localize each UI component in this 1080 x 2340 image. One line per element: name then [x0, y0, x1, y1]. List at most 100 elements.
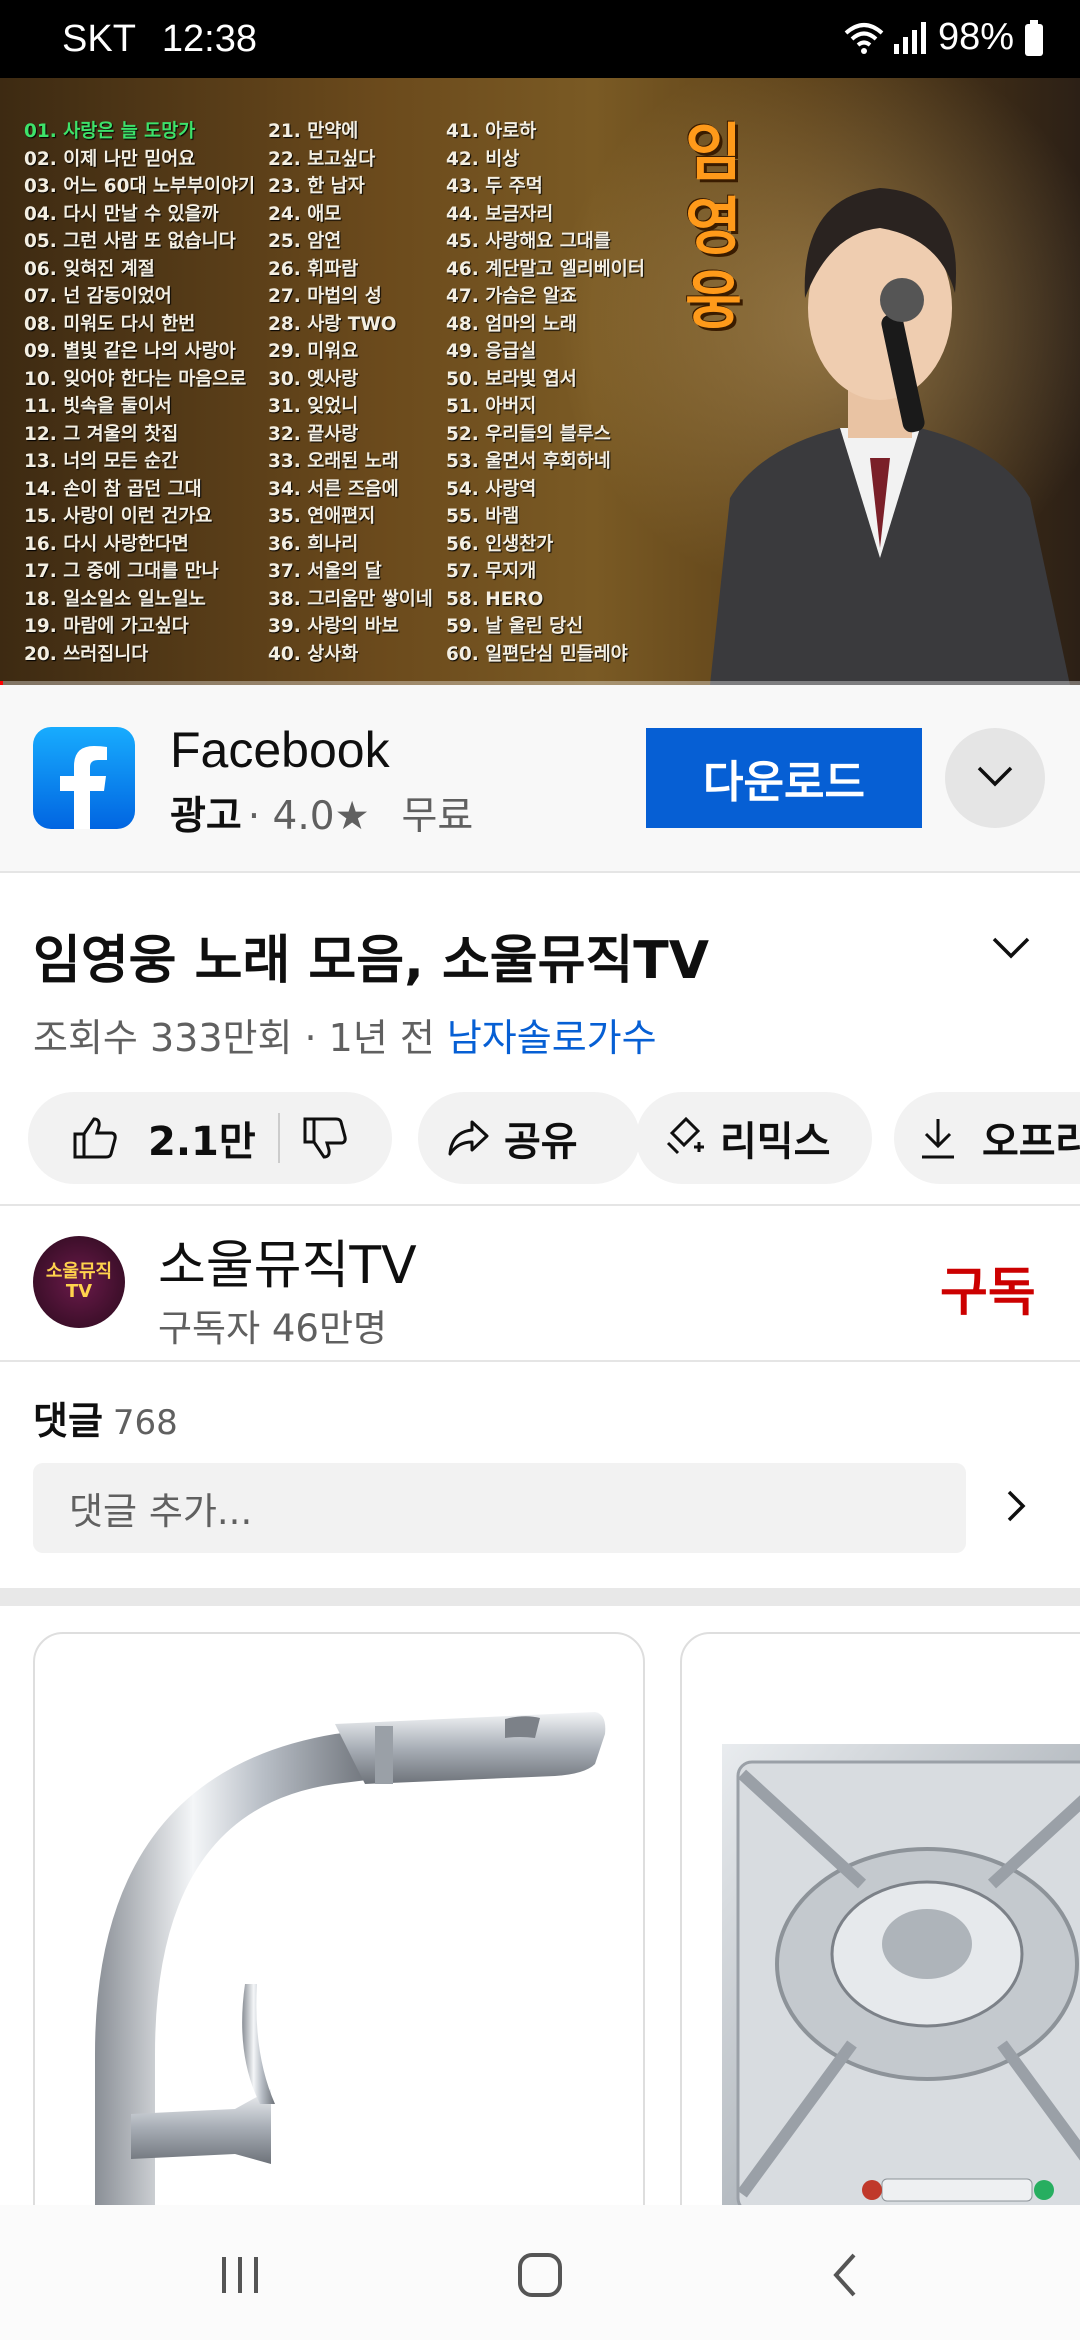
description-expand-icon[interactable] — [990, 935, 1032, 965]
song-item: 29. 미워요 — [268, 341, 359, 362]
song-item: 25. 암연 — [268, 231, 342, 252]
song-item: 01. 사랑은 늘 도망가 — [24, 121, 196, 142]
song-item: 17. 그 중에 그대를 만나 — [24, 561, 219, 582]
download-icon — [920, 1117, 956, 1159]
song-item: 21. 만약에 — [268, 121, 359, 142]
song-item: 52. 우리들의 블루스 — [446, 423, 611, 445]
video-player[interactable]: 01. 사랑은 늘 도망가 02. 이제 나만 믿어요 03. 어느 60대 노… — [0, 78, 1080, 685]
remix-button[interactable]: 리믹스 — [636, 1092, 872, 1184]
youtube-watch-page: SKT 12:38 98% 01. 사랑은 늘 도망가 02. 이제 나만 믿어… — [0, 0, 1080, 2340]
song-item: 59. 날 울린 당신 — [446, 616, 584, 637]
song-item: 31. 잊었니 — [268, 396, 359, 417]
song-item: 23. 한 남자 — [268, 176, 365, 197]
song-item: 14. 손이 참 곱던 그대 — [24, 478, 202, 500]
avatar-subtext: TV — [65, 1281, 93, 1302]
divider — [0, 1204, 1080, 1206]
ad-price: 무료 — [401, 794, 474, 839]
offline-download-button[interactable]: 오프라 — [894, 1092, 1080, 1184]
song-item: 36. 희나리 — [268, 533, 359, 555]
song-item: 06. 잊혀진 계절 — [24, 258, 155, 280]
song-item: 26. 휘파람 — [268, 258, 359, 280]
song-item: 34. 서른 즈음에 — [268, 478, 399, 500]
share-button[interactable]: 공유 — [418, 1092, 640, 1184]
ad-rating: · 4.0★ — [247, 794, 370, 839]
like-button[interactable]: 2.1만 — [72, 1109, 256, 1167]
action-bar: 2.1만 공유 리믹스 오프라 — [28, 1092, 1080, 1184]
comments-label: 댓글 — [33, 1399, 103, 1443]
video-title[interactable]: 임영웅 노래 모음, 소울뮤직TV — [33, 918, 709, 993]
song-item: 02. 이제 나만 믿어요 — [24, 148, 196, 170]
song-item: 43. 두 주먹 — [446, 176, 543, 197]
song-list-column-2: 21. 만약에 22. 보고싶다 23. 한 남자 24. 애모 25. 암연 … — [268, 118, 433, 668]
song-item: 32. 끝사랑 — [268, 423, 359, 445]
song-item: 49. 응급실 — [446, 341, 537, 362]
video-meta[interactable]: 조회수 333만회 · 1년 전 남자솔로가수 — [33, 1007, 657, 1062]
recent-apps-button[interactable] — [210, 2245, 270, 2305]
song-item: 10. 잊어야 한다는 마음으로 — [24, 368, 247, 390]
song-item: 60. 일편단심 민들레야 — [446, 643, 628, 665]
wifi-icon — [844, 21, 884, 55]
avatar-text: 소울뮤직 — [45, 1261, 113, 1282]
thumbs-up-icon — [72, 1116, 118, 1160]
song-item: 16. 다시 사랑한다면 — [24, 533, 189, 555]
song-item: 58. HERO — [446, 588, 544, 610]
chevron-right-icon[interactable] — [1005, 1488, 1027, 1528]
battery-icon — [1024, 19, 1044, 56]
like-dislike-chip: 2.1만 — [28, 1092, 392, 1184]
ad-banner[interactable]: Facebook 광고 · 4.0★ 무료 다운로드 — [0, 685, 1080, 873]
remix-icon — [664, 1117, 706, 1159]
song-item: 50. 보라빛 엽서 — [446, 368, 577, 390]
song-item: 28. 사랑 TWO — [268, 313, 397, 335]
singer-image — [710, 188, 1070, 685]
song-item: 47. 가슴은 알죠 — [446, 286, 577, 307]
song-item: 41. 아로하 — [446, 121, 537, 142]
dislike-button[interactable] — [302, 1116, 348, 1160]
song-item: 35. 연애편지 — [268, 506, 376, 527]
status-right: 98% — [844, 16, 1044, 59]
divider — [0, 1360, 1080, 1362]
home-icon — [518, 2253, 562, 2297]
channel-avatar[interactable]: 소울뮤직 TV — [33, 1236, 125, 1328]
signal-icon — [893, 21, 928, 54]
song-item: 45. 사랑해요 그대를 — [446, 231, 611, 252]
ad-expand-button[interactable] — [945, 728, 1045, 828]
song-item: 20. 쓰러집니다 — [24, 643, 149, 665]
song-item: 08. 미워도 다시 한번 — [24, 313, 196, 335]
share-icon — [446, 1118, 490, 1158]
hashtag-link[interactable]: 남자솔로가수 — [447, 1007, 657, 1062]
song-item: 55. 바램 — [446, 506, 520, 527]
ad-download-button[interactable]: 다운로드 — [646, 728, 922, 828]
channel-name[interactable]: 소울뮤직TV — [158, 1223, 417, 1298]
song-item: 24. 애모 — [268, 203, 342, 225]
section-gap — [0, 1588, 1080, 1606]
song-item: 04. 다시 만날 수 있을까 — [24, 203, 219, 225]
song-item: 33. 오래된 노래 — [268, 451, 399, 472]
song-item: 40. 상사화 — [268, 643, 359, 665]
song-item: 54. 사랑역 — [446, 478, 537, 500]
ad-meta: 광고 · 4.0★ 무료 — [170, 785, 473, 841]
song-item: 13. 너의 모든 순간 — [24, 451, 179, 472]
song-item: 30. 옛사랑 — [268, 368, 359, 390]
ad-label: 광고 — [170, 794, 242, 839]
song-item: 09. 별빛 같은 나의 사랑아 — [24, 341, 236, 362]
song-item: 12. 그 겨울의 찻집 — [24, 423, 179, 445]
song-item: 38. 그리움만 쌓이네 — [268, 588, 433, 610]
carrier: SKT — [62, 18, 136, 60]
song-item: 07. 넌 감동이었어 — [24, 286, 172, 307]
status-left: SKT 12:38 — [62, 18, 257, 61]
comments-header[interactable]: 댓글 768 — [33, 1390, 178, 1445]
subscribe-button[interactable]: 구독 — [940, 1250, 1036, 1325]
home-button[interactable] — [510, 2245, 570, 2305]
song-item: 03. 어느 60대 노부부이야기 — [24, 176, 256, 197]
comments-count: 768 — [112, 1403, 178, 1443]
add-comment-field[interactable]: 댓글 추가... — [33, 1463, 966, 1553]
status-bar: SKT 12:38 98% — [0, 0, 1080, 78]
like-count: 2.1만 — [148, 1119, 256, 1165]
ad-title: Facebook — [170, 722, 390, 778]
battery-level: 98% — [937, 16, 1014, 58]
chevron-down-icon — [975, 764, 1015, 792]
song-list-column-1: 01. 사랑은 늘 도망가 02. 이제 나만 믿어요 03. 어느 60대 노… — [24, 118, 255, 668]
share-label: 공유 — [504, 1119, 578, 1165]
song-item: 18. 일소일소 일노일노 — [24, 588, 206, 610]
back-button[interactable] — [815, 2245, 875, 2305]
